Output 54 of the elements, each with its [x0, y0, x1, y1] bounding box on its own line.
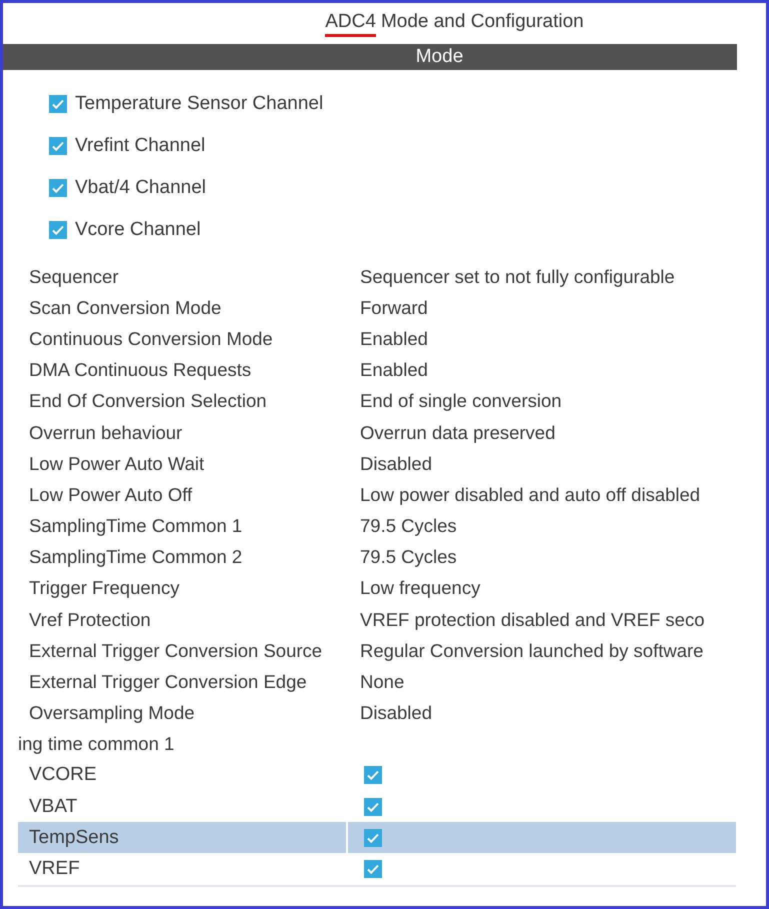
- parameter-value[interactable]: Low frequency: [360, 577, 480, 600]
- parameter-name: External Trigger Conversion Source: [29, 640, 324, 662]
- parameter-name: Oversampling Mode: [29, 702, 196, 724]
- parameter-value[interactable]: Disabled: [360, 452, 432, 475]
- checkbox[interactable]: [364, 766, 382, 784]
- checkbox[interactable]: [364, 860, 382, 878]
- checkbox[interactable]: [49, 137, 67, 155]
- parameter-value[interactable]: Forward: [360, 296, 428, 319]
- channel-name: VBAT: [28, 796, 78, 818]
- parameter-name: External Trigger Conversion Edge: [29, 671, 308, 694]
- parameter-value[interactable]: 79.5 Cycles: [360, 515, 457, 538]
- checkbox[interactable]: [364, 828, 382, 847]
- parameter-name: Overrun behaviour: [29, 422, 184, 444]
- checkbox-label: Vbat/4 Channel: [75, 177, 206, 199]
- checkbox[interactable]: [49, 221, 67, 239]
- channel-name: VREF: [28, 858, 81, 880]
- section-title: ing time common 1: [17, 732, 176, 756]
- parameter-name: Low Power Auto Off: [29, 484, 194, 506]
- channel-name: TempSens: [28, 826, 120, 849]
- checkbox[interactable]: [364, 798, 382, 816]
- parameter-name: SamplingTime Common 2: [29, 546, 244, 568]
- parameter-value[interactable]: Regular Conversion launched by software: [360, 640, 704, 662]
- parameter-name: Vref Protection: [29, 608, 152, 631]
- mode-header-label: Mode: [416, 46, 464, 68]
- parameter-name: Sequencer: [29, 266, 120, 288]
- channel-row[interactable]: VBAT: [18, 791, 736, 822]
- channel-name: VCORE: [28, 764, 98, 786]
- parameter-value[interactable]: Sequencer set to not fully configurable: [360, 266, 675, 288]
- channel-row[interactable]: VCORE: [18, 760, 736, 791]
- parameter-name: End Of Conversion Selection: [29, 390, 268, 412]
- selected-row[interactable]: TempSens: [18, 822, 736, 854]
- parameter-value[interactable]: Disabled: [360, 702, 432, 724]
- parameter-value[interactable]: None: [360, 671, 404, 694]
- parameter-name: Continuous Conversion Mode: [29, 328, 274, 350]
- parameter-name: Scan Conversion Mode: [29, 296, 222, 319]
- parameter-name: DMA Continuous Requests: [29, 359, 252, 382]
- checkbox-label: Vrefint Channel: [75, 135, 206, 157]
- checkbox[interactable]: [49, 95, 67, 113]
- parameter-value[interactable]: End of single conversion: [360, 390, 562, 412]
- parameter-value[interactable]: Enabled: [360, 359, 428, 382]
- parameter-value[interactable]: Enabled: [360, 328, 428, 350]
- parameter-value[interactable]: 79.5 Cycles: [360, 546, 457, 568]
- parameter-name: Trigger Frequency: [29, 577, 180, 600]
- parameter-name: SamplingTime Common 1: [29, 515, 244, 538]
- channel-row[interactable]: VREF: [18, 853, 736, 885]
- parameter-value[interactable]: VREF protection disabled and VREF seco: [360, 608, 704, 631]
- checkbox-label: Vcore Channel: [75, 219, 201, 241]
- parameter-value[interactable]: Overrun data preserved: [360, 422, 556, 444]
- title-highlight: ADC4: [325, 10, 376, 36]
- panel-title: Mode and Configuration: [380, 10, 584, 34]
- checkbox-label: Temperature Sensor Channel: [75, 93, 324, 115]
- checkbox[interactable]: [49, 179, 67, 197]
- parameter-value[interactable]: Low power disabled and auto off disabled: [360, 484, 700, 506]
- parameter-name: Low Power Auto Wait: [29, 452, 206, 475]
